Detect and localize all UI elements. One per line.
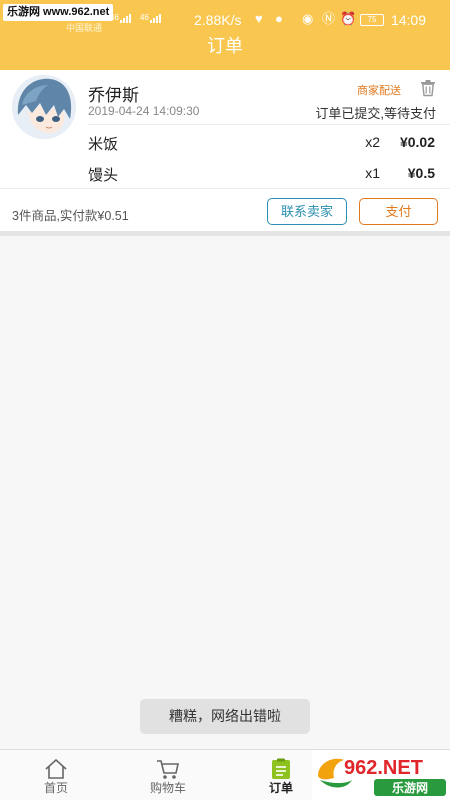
contact-seller-button[interactable]: 联系卖家: [267, 198, 347, 225]
page-title: 订单: [207, 36, 243, 56]
trash-icon[interactable]: [419, 79, 437, 97]
cart-icon: [157, 760, 179, 779]
signal-bars-icon: [150, 14, 161, 23]
tab-label: 购物车: [149, 781, 186, 795]
clock: 14:09: [390, 12, 426, 28]
item-price: ¥0.5: [407, 165, 435, 181]
network-speed: 2.88K/s: [194, 12, 242, 28]
order-list-icon: [272, 758, 290, 779]
order-item-row: 米饭 x2 ¥0.02: [88, 133, 438, 157]
shop-avatar: [12, 75, 76, 139]
alarm-icon: ⏰: [340, 11, 357, 26]
nfc-icon: Ⓝ: [322, 11, 336, 26]
signal-type-1: 46: [110, 13, 119, 22]
item-name: 馒头: [88, 167, 119, 184]
order-card[interactable]: 乔伊斯 2019-04-24 14:09:30 商家配送 订单已提交,等待支付 …: [0, 70, 450, 236]
order-summary: 3件商品,实付款¥0.51: [12, 209, 129, 223]
battery-icon: 75: [360, 14, 384, 26]
tab-orders[interactable]: 订单: [241, 750, 321, 800]
tab-label: 首页: [43, 781, 68, 795]
home-icon: [45, 758, 67, 779]
item-quantity: x2: [365, 134, 380, 150]
order-status: 订单已提交,等待支付: [315, 106, 436, 121]
tab-label: 订单: [268, 781, 293, 795]
delivery-tag: 商家配送: [357, 85, 401, 97]
order-item-row: 馒头 x1 ¥0.5: [88, 164, 438, 188]
tab-cart[interactable]: 购物车: [128, 750, 208, 800]
divider: [88, 124, 450, 125]
error-toast: 糟糕，网络出错啦: [140, 699, 310, 734]
order-timestamp: 2019-04-24 14:09:30: [88, 104, 200, 118]
tab-home[interactable]: 首页: [16, 750, 96, 800]
watermark-badge: 乐游网 www.962.net: [3, 4, 114, 21]
item-price: ¥0.02: [399, 134, 435, 150]
shop-name[interactable]: 乔伊斯: [88, 81, 139, 106]
page-header: 订单: [0, 36, 450, 70]
logo-text: 962.NET: [344, 757, 423, 779]
site-logo: 962.NET 乐游网: [312, 750, 450, 800]
divider: [0, 188, 450, 189]
eye-icon: ◉: [302, 11, 314, 26]
carrier-label: 中国联通: [66, 23, 103, 33]
item-quantity: x1: [365, 165, 380, 181]
item-name: 米饭: [88, 136, 119, 153]
signal-bars-icon: [120, 14, 131, 23]
logo-subtext: 乐游网: [392, 780, 428, 795]
pay-button[interactable]: 支付: [359, 198, 438, 225]
health-heart-icon: ♥: [255, 11, 263, 26]
signal-type-2: 46: [140, 13, 149, 22]
avatar-illustration: [12, 75, 76, 139]
status-bar: 乐游网 www.962.net 中国联通 46 46 2.88K/s ♥ ● ◉…: [0, 0, 450, 36]
notification-dot-icon: ●: [275, 11, 283, 26]
